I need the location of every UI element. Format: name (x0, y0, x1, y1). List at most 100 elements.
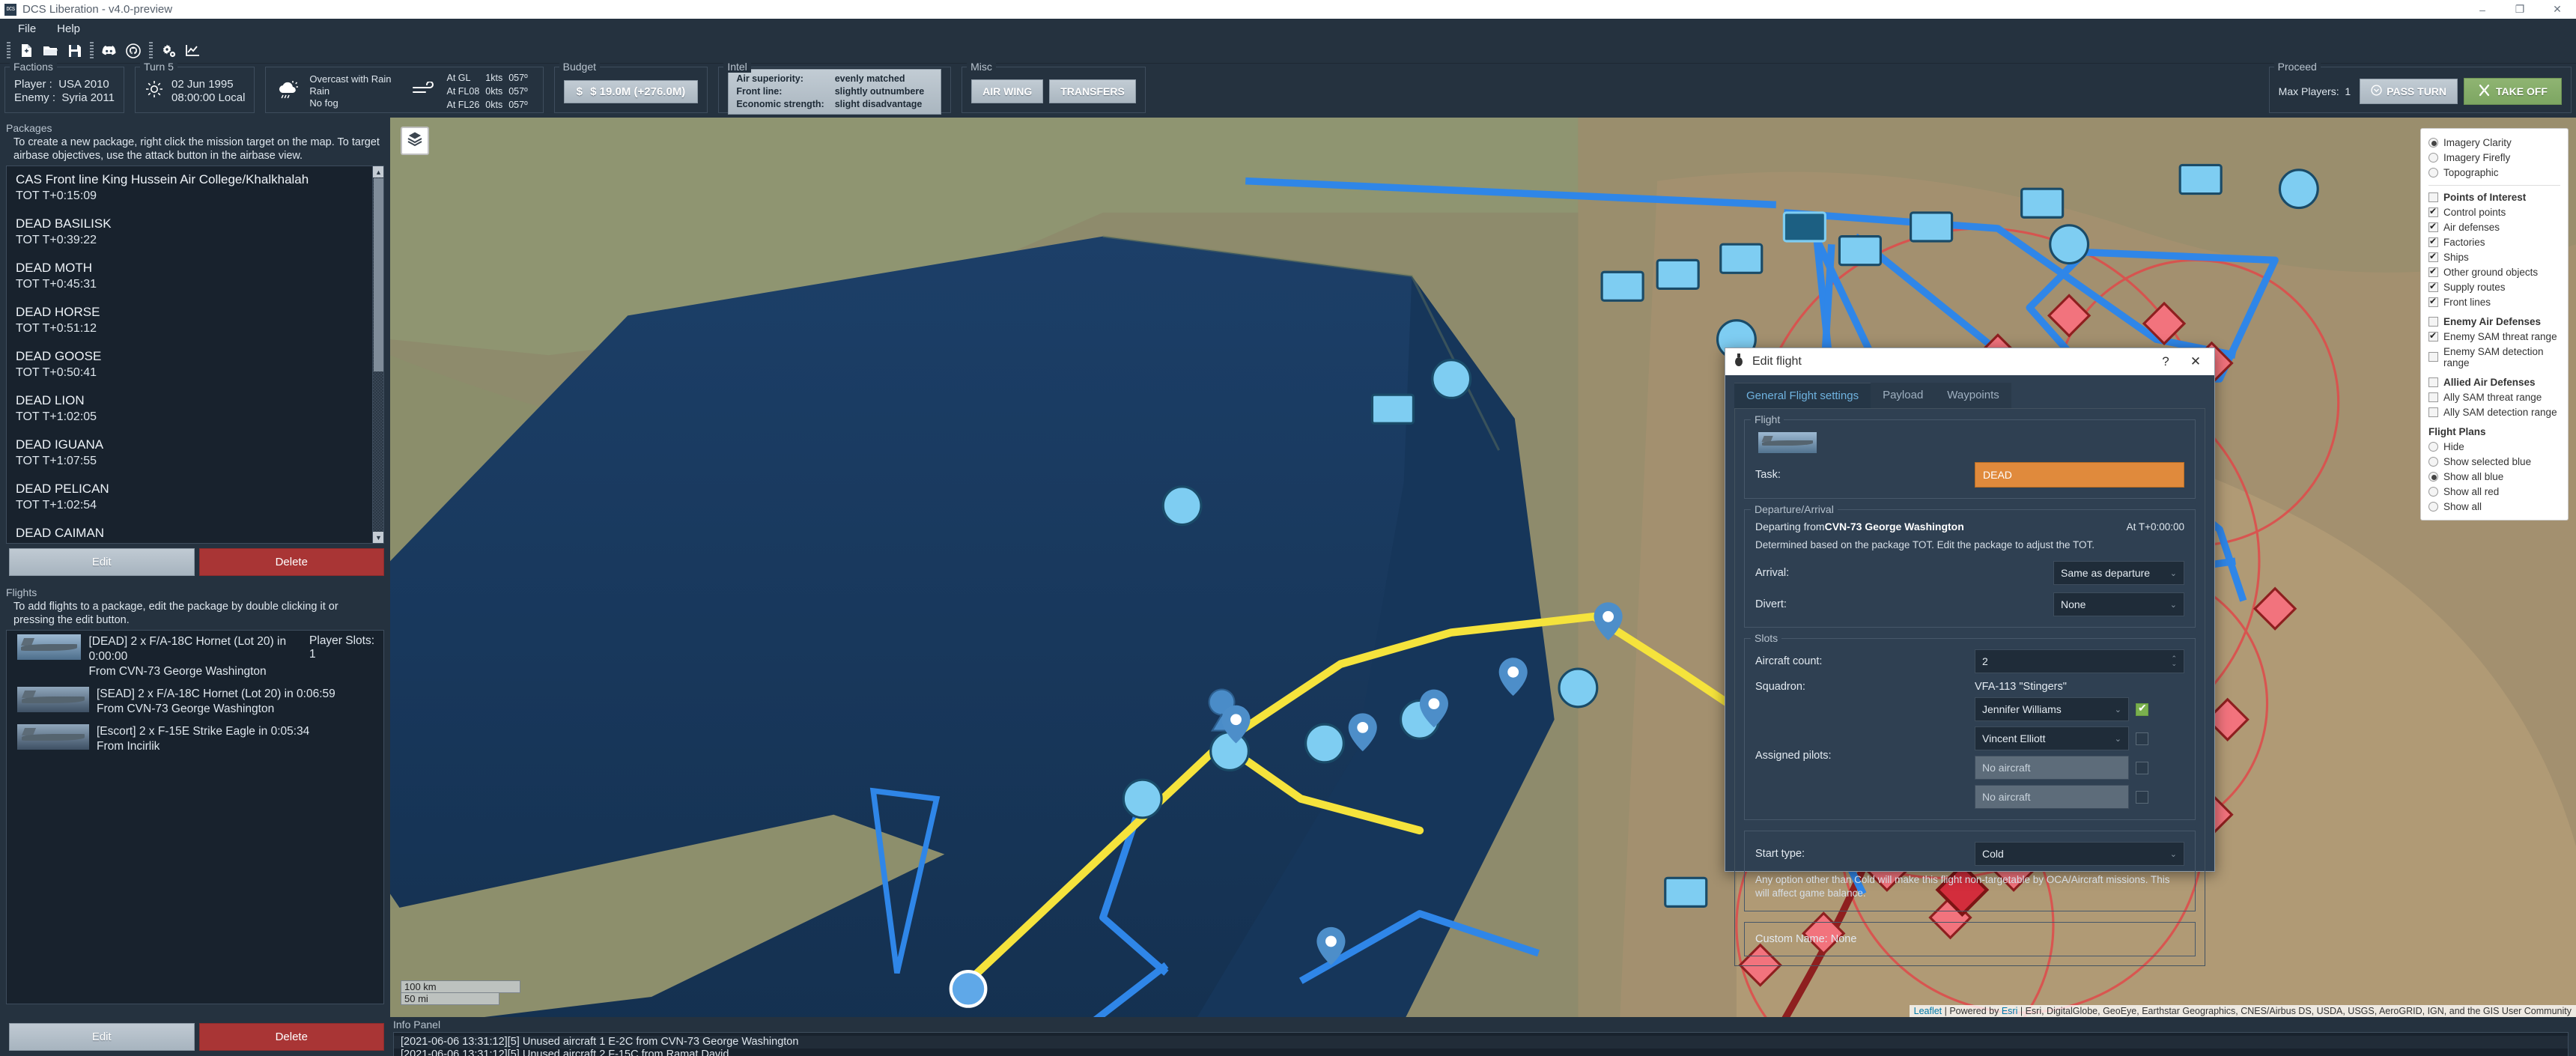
package-row[interactable]: CAS Front line King Hussein Air College/… (7, 166, 372, 210)
start-type-select[interactable]: Cold ⌄ (1975, 842, 2184, 866)
flight-plans-show-all[interactable]: Show all (2428, 499, 2560, 514)
settings-gear-icon[interactable] (157, 40, 180, 61)
menu-item-help[interactable]: Help (46, 20, 91, 37)
radio-icon[interactable] (2428, 456, 2438, 467)
flight-row[interactable]: [SEAD] 2 x F/A-18C Hornet (Lot 20) in 0:… (7, 683, 383, 720)
flights-delete-button[interactable]: Delete (198, 1023, 384, 1051)
radio-icon[interactable] (2428, 471, 2438, 482)
minimize-icon[interactable]: – (2464, 0, 2501, 19)
info-panel-log[interactable]: [2021-06-06 13:31:12][5] Unused aircraft… (393, 1032, 2569, 1056)
budget-button[interactable]: $ $ 19.0M (+276.0M) (563, 79, 699, 103)
map-layers-panel[interactable]: Imagery Clarity Imagery Firefly Topograp… (2420, 128, 2569, 521)
package-row[interactable]: DEAD CAIMAN TOT T+1:01:54 (7, 520, 372, 543)
radio-icon[interactable] (2428, 486, 2438, 497)
packages-delete-button[interactable]: Delete (198, 548, 384, 576)
overlay-other-ground-objects[interactable]: Other ground objects (2428, 264, 2560, 279)
packages-edit-button[interactable]: Edit (9, 548, 195, 576)
maximize-icon[interactable]: ❐ (2501, 0, 2539, 19)
checkbox-icon[interactable] (2428, 206, 2438, 217)
scroll-down-icon[interactable]: ▼ (373, 532, 383, 543)
flight-plans-show-all-blue[interactable]: Show all blue (2428, 469, 2560, 484)
pilot-player-checkbox-0[interactable] (2136, 702, 2148, 716)
help-icon[interactable]: ? (2151, 351, 2180, 373)
aircraft-count-stepper[interactable]: 2 ⌃ ⌄ (1975, 649, 2184, 673)
basemap-option-imagery-firefly[interactable]: Imagery Firefly (2428, 150, 2560, 165)
package-row[interactable]: DEAD PELICAN TOT T+1:02:54 (7, 476, 372, 520)
package-row[interactable]: DEAD LION TOT T+1:02:05 (7, 387, 372, 431)
basemap-option-topographic[interactable]: Topographic (2428, 165, 2560, 180)
arrival-select[interactable]: Same as departure ⌄ (2053, 561, 2184, 585)
radio-icon[interactable] (2428, 152, 2438, 163)
pass-turn-button[interactable]: PASS TURN (2360, 79, 2458, 104)
basemap-option-imagery-clarity[interactable]: Imagery Clarity (2428, 135, 2560, 150)
overlay-air-defenses[interactable]: Air defenses (2428, 219, 2560, 234)
package-row[interactable]: DEAD HORSE TOT T+0:51:12 (7, 299, 372, 343)
close-icon[interactable]: ✕ (2539, 0, 2576, 19)
leaflet-link[interactable]: Leaflet (1914, 1006, 1942, 1016)
flights-list[interactable]: [DEAD] 2 x F/A-18C Hornet (Lot 20) in 0:… (6, 630, 384, 1004)
radio-icon[interactable] (2428, 167, 2438, 177)
overlay-enemy-sam-threat-range[interactable]: Enemy SAM threat range (2428, 329, 2560, 344)
package-row[interactable]: DEAD IGUANA TOT T+1:07:55 (7, 431, 372, 476)
checkbox-icon[interactable] (2428, 392, 2438, 402)
overlay-factories[interactable]: Factories (2428, 234, 2560, 249)
pilot-player-checkbox-1[interactable] (2136, 732, 2148, 745)
toolbar-handle-2[interactable] (90, 41, 94, 60)
overlay-front-lines[interactable]: Front lines (2428, 294, 2560, 309)
package-row[interactable]: DEAD BASILISK TOT T+0:39:22 (7, 210, 372, 255)
overlay-ally-sam-detection-range[interactable]: Ally SAM detection range (2428, 404, 2560, 419)
open-game-icon[interactable] (38, 40, 62, 61)
radio-icon[interactable] (2428, 441, 2438, 452)
map-layers-button[interactable] (401, 127, 429, 155)
overlay-enemy-air-defenses[interactable]: Enemy Air Defenses (2428, 314, 2560, 329)
air-wing-button[interactable]: AIR WING (971, 79, 1044, 103)
new-game-icon[interactable] (14, 40, 38, 61)
toolbar-handle[interactable] (7, 41, 10, 60)
flight-row-selected[interactable]: [DEAD] 2 x F/A-18C Hornet (Lot 20) in 0:… (7, 631, 383, 683)
stepper-arrows-icon[interactable]: ⌃ ⌄ (2171, 655, 2177, 667)
map-canvas[interactable] (390, 118, 2576, 1017)
overlay-enemy-sam-detection-range[interactable]: Enemy SAM detection range (2428, 344, 2560, 370)
checkbox-icon[interactable] (2428, 236, 2438, 247)
overlay-control-points[interactable]: Control points (2428, 204, 2560, 219)
scroll-up-icon[interactable]: ▲ (373, 166, 383, 177)
divert-select[interactable]: None ⌄ (2053, 592, 2184, 616)
checkbox-icon[interactable] (2428, 281, 2438, 292)
radio-icon[interactable] (2428, 501, 2438, 512)
github-icon[interactable] (121, 40, 145, 61)
checkbox-icon[interactable] (2428, 352, 2438, 362)
overlay-supply-routes[interactable]: Supply routes (2428, 279, 2560, 294)
flights-edit-button[interactable]: Edit (9, 1023, 195, 1051)
esri-link[interactable]: Esri (2002, 1006, 2018, 1016)
flight-plans-show-all-red[interactable]: Show all red (2428, 484, 2560, 499)
flight-row[interactable]: [Escort] 2 x F-15E Strike Eagle in 0:05:… (7, 720, 383, 758)
overlay-ships[interactable]: Ships (2428, 249, 2560, 264)
checkbox-icon[interactable] (2428, 192, 2438, 202)
save-game-icon[interactable] (62, 40, 86, 61)
checkbox-icon[interactable] (2428, 221, 2438, 232)
task-button[interactable]: DEAD (1975, 462, 2184, 488)
pilot-select-1[interactable]: Vincent Elliott ⌄ (1975, 726, 2129, 750)
overlay-ally-sam-threat-range[interactable]: Ally SAM threat range (2428, 389, 2560, 404)
edit-flight-dialog[interactable]: Edit flight ? ✕ General Flight settings … (1725, 348, 2215, 966)
package-row[interactable]: DEAD MOTH TOT T+0:45:31 (7, 255, 372, 299)
tab-general-flight-settings[interactable]: General Flight settings (1734, 383, 1871, 408)
tab-payload[interactable]: Payload (1871, 383, 1936, 408)
flight-plans-hide[interactable]: Hide (2428, 439, 2560, 454)
flight-plans-show-selected-blue[interactable]: Show selected blue (2428, 454, 2560, 469)
pilot-select-0[interactable]: Jennifer Williams ⌄ (1975, 697, 2129, 721)
overlay-allied-air-defenses[interactable]: Allied Air Defenses (2428, 374, 2560, 389)
checkbox-icon[interactable] (2428, 266, 2438, 277)
packages-list[interactable]: CAS Front line King Hussein Air College/… (6, 166, 384, 544)
discord-icon[interactable] (97, 40, 121, 61)
radio-icon[interactable] (2428, 137, 2438, 148)
map-view[interactable]: 100 km 50 mi Leaflet | Powered by Esri |… (390, 118, 2576, 1017)
checkbox-icon[interactable] (2428, 330, 2438, 342)
statistics-chart-icon[interactable] (180, 40, 204, 61)
overlay-points-of-interest[interactable]: Points of Interest (2428, 189, 2560, 204)
take-off-button[interactable]: TAKE OFF (2464, 78, 2562, 105)
packages-scrollbar[interactable]: ▲ ▼ (372, 166, 383, 543)
checkbox-icon[interactable] (2428, 316, 2438, 327)
tab-waypoints[interactable]: Waypoints (1935, 383, 2011, 408)
dialog-close-icon[interactable]: ✕ (2181, 351, 2210, 373)
